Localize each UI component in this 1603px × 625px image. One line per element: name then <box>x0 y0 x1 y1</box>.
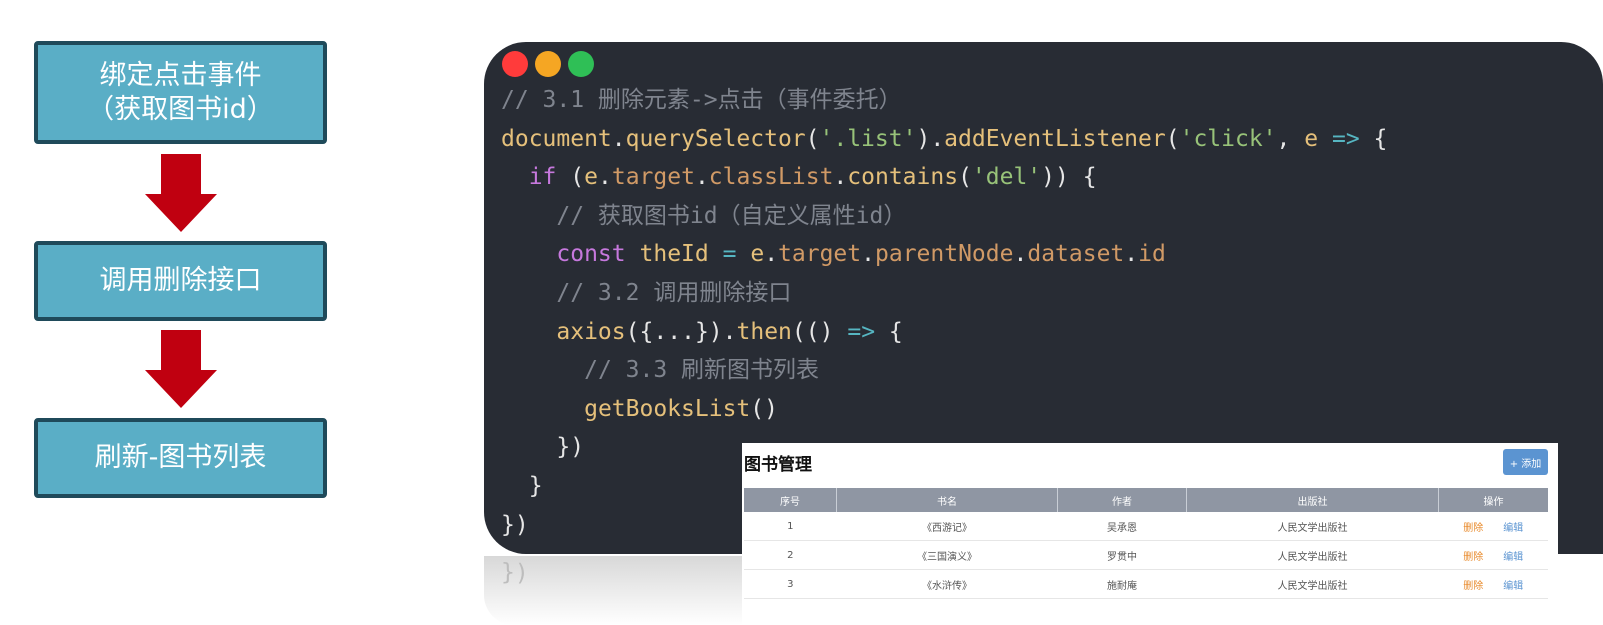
cell-publisher: 人民文学出版社 <box>1186 540 1439 570</box>
code-line: const theId = e.target.parentNode.datase… <box>556 241 1166 268</box>
cell-publisher: 人民文学出版社 <box>1186 569 1439 599</box>
code-line: // 3.2 调用删除接口 <box>556 279 792 306</box>
column-header-index: 序号 <box>744 488 837 512</box>
flow-step-sublabel: （获取图书id） <box>87 93 274 125</box>
flow-step-bind-click: 绑定点击事件 （获取图书id） <box>34 41 327 144</box>
window-close-dot <box>502 51 528 77</box>
code-line: if (e.target.classList.contains('del')) … <box>528 164 1097 191</box>
cell-author: 吴承恩 <box>1057 512 1187 541</box>
edit-link[interactable]: 编辑 <box>1503 523 1523 534</box>
book-management-card: 图书管理 + 添加 序号 书名 作者 出版社 操作 1 《西游记》 吴承恩 人民文学出… <box>742 443 1558 625</box>
code-line: getBooksList() <box>584 395 778 422</box>
delete-link[interactable]: 删除 <box>1463 552 1483 563</box>
table-header-row: 序号 书名 作者 出版社 操作 <box>744 488 1548 512</box>
add-book-button[interactable]: + 添加 <box>1503 449 1548 475</box>
flow-step-refresh-list: 刷新-图书列表 <box>34 418 327 498</box>
flow-step-label: 绑定点击事件 <box>99 59 262 91</box>
code-line: // 3.1 删除元素->点击（事件委托） <box>501 87 902 113</box>
page-title: 图书管理 <box>744 455 812 475</box>
window-minimize-dot <box>535 51 561 77</box>
column-header-name: 书名 <box>836 488 1058 512</box>
column-header-actions: 操作 <box>1438 488 1548 512</box>
cell-book-name: 《西游记》 <box>836 512 1058 541</box>
delete-link[interactable]: 删除 <box>1463 523 1483 534</box>
table-row: 1 《西游记》 吴承恩 人民文学出版社 删除 编辑 <box>744 512 1548 541</box>
column-header-publisher: 出版社 <box>1186 488 1439 512</box>
cell-index: 3 <box>744 569 837 599</box>
book-table: 序号 书名 作者 出版社 操作 1 《西游记》 吴承恩 人民文学出版社 删除 编辑 2 《三国… <box>744 488 1548 599</box>
code-line: axios({...}).then(() => { <box>556 318 903 345</box>
table-row: 3 《水浒传》 施耐庵 人民文学出版社 删除 编辑 <box>744 569 1548 599</box>
cell-book-name: 《水浒传》 <box>836 569 1058 599</box>
column-header-author: 作者 <box>1057 488 1187 512</box>
code-line: // 获取图书id（自定义属性id） <box>556 202 907 229</box>
window-zoom-dot <box>568 51 594 77</box>
cell-index: 1 <box>744 512 837 541</box>
table-row: 2 《三国演义》 罗贯中 人民文学出版社 删除 编辑 <box>744 540 1548 570</box>
cell-actions: 删除 编辑 <box>1438 540 1548 570</box>
cell-index: 2 <box>744 540 837 570</box>
cell-actions: 删除 编辑 <box>1438 512 1548 541</box>
down-arrow-icon <box>145 330 217 408</box>
edit-link[interactable]: 编辑 <box>1503 581 1523 592</box>
flow-step-call-delete: 调用删除接口 <box>34 241 327 321</box>
cell-book-name: 《三国演义》 <box>836 540 1058 570</box>
code-line: document.querySelector('.list').addEvent… <box>501 125 1388 152</box>
flow-step-label: 调用删除接口 <box>99 265 262 296</box>
cell-actions: 删除 编辑 <box>1438 569 1548 599</box>
code-line: // 3.3 刷新图书列表 <box>584 357 820 384</box>
flow-step-label: 刷新-图书列表 <box>94 442 267 473</box>
delete-link[interactable]: 删除 <box>1463 581 1483 592</box>
reflection-text: }) <box>501 560 529 586</box>
cell-author: 罗贯中 <box>1057 540 1187 570</box>
edit-link[interactable]: 编辑 <box>1503 552 1523 563</box>
down-arrow-icon <box>145 154 217 232</box>
cell-author: 施耐庵 <box>1057 569 1187 599</box>
cell-publisher: 人民文学出版社 <box>1186 512 1439 541</box>
